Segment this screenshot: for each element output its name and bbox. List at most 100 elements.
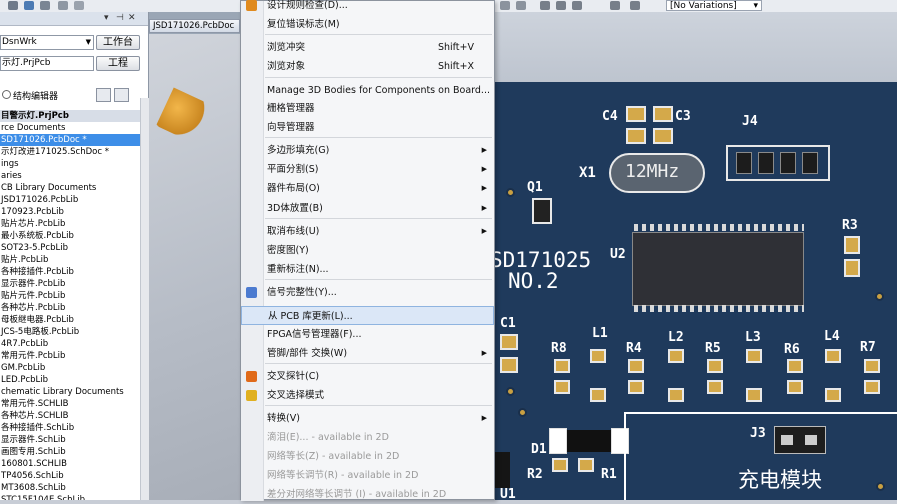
menu-item[interactable]: 从 PCB 库更新(L)... (241, 306, 494, 325)
pad (626, 106, 646, 122)
tree-item[interactable]: 常用元件.PcbLib (0, 350, 140, 362)
menu-item[interactable]: 复位错误标志(M) (241, 15, 494, 34)
tree-item[interactable]: 4R7.PcbLib (0, 338, 140, 350)
copy-icon[interactable] (516, 1, 526, 10)
menu-item[interactable]: 3D体放置(B) ▶ (241, 199, 494, 218)
menu-item[interactable]: 设计规则检查(D)... (241, 0, 494, 15)
tree-item[interactable]: STC15F104E.SchLib (0, 494, 140, 500)
tree-item[interactable]: 显示器件.PcbLib (0, 278, 140, 290)
tree-item[interactable]: 160801.SCHLIB (0, 458, 140, 470)
close-icon[interactable]: ✕ (128, 13, 136, 23)
tree-item[interactable]: 最小系统板.PcbLib (0, 230, 140, 242)
tree-item[interactable]: rce Documents (0, 122, 140, 134)
grid-icon[interactable] (40, 1, 50, 10)
tree-item[interactable]: 各种接插件.SchLib (0, 422, 140, 434)
menu-item[interactable]: 信号完整性(Y)... (241, 283, 494, 302)
menu-item-label: 转换(V) (267, 413, 300, 424)
tree-item[interactable]: 母板继电器.PcbLib (0, 314, 140, 326)
tab-pcbdoc[interactable]: JSD171026.PcbDoc (149, 19, 240, 33)
panel-menu-icon[interactable]: ▾ (104, 13, 109, 23)
pad (500, 357, 518, 373)
route-icon[interactable] (540, 1, 550, 10)
menu-item[interactable]: Manage 3D Bodies for Components on Board… (241, 81, 494, 100)
tree-item[interactable]: 画图专用.SchLib (0, 446, 140, 458)
menu-item-label: 密度图(Y) (267, 245, 309, 256)
tree-item[interactable]: 贴片.PcbLib (0, 254, 140, 266)
tree-item[interactable]: 170923.PcbLib (0, 206, 140, 218)
workspace-dropdown[interactable]: DsnWrk ▼ (0, 35, 94, 50)
menu-item[interactable]: 向导管理器 (241, 118, 494, 137)
tree-item[interactable]: GM.PcbLib (0, 362, 140, 374)
tree-project-root[interactable]: 目警示灯.PrjPcb (0, 110, 140, 122)
menu-separator (265, 279, 492, 280)
tree-item[interactable]: SOT23-5.PcbLib (0, 242, 140, 254)
tree-item[interactable]: chematic Library Documents (0, 386, 140, 398)
pad (590, 349, 606, 363)
zoom-icon[interactable] (58, 1, 68, 10)
tree-item[interactable]: LED.PcbLib (0, 374, 140, 386)
tree-item[interactable]: JSD171026.PcbLib (0, 194, 140, 206)
menu-item[interactable]: 器件布局(O) ▶ (241, 179, 494, 198)
pcb-view[interactable]: C4 C3 J4 X1 12MHz Q1 R3 U2 SD171025 NO.2… (494, 12, 897, 500)
menu-item-label: 复位错误标志(M) (267, 19, 340, 30)
via (875, 292, 884, 301)
pad (787, 359, 803, 373)
pad (864, 359, 880, 373)
tree-item[interactable]: CB Library Documents (0, 182, 140, 194)
menu-item[interactable]: 浏览冲突 Shift+V (241, 38, 494, 57)
dimension-icon[interactable] (630, 1, 640, 10)
tree-item[interactable]: 各种接插件.PcbLib (0, 266, 140, 278)
tree-item[interactable]: MT3608.SchLib (0, 482, 140, 494)
tree-item[interactable]: aries (0, 170, 140, 182)
save-icon[interactable] (8, 1, 18, 10)
menu-item[interactable]: 交叉选择模式 (241, 386, 494, 405)
submenu-arrow-icon: ▶ (481, 184, 487, 192)
variations-dropdown[interactable]: [No Variations] ▾ (666, 0, 762, 11)
menu-item[interactable]: 密度图(Y) (241, 241, 494, 260)
tree-item[interactable]: 显示器件.SchLib (0, 434, 140, 446)
pad (552, 458, 568, 472)
menu-item[interactable]: 多边形填充(G) ▶ (241, 141, 494, 160)
menu-item[interactable]: 转换(V) ▶ (241, 409, 494, 428)
menu-item[interactable]: 平面分割(S) ▶ (241, 160, 494, 179)
project-tree: 目警示灯.PrjPcb rce Documents SD171026.PcbDoc … (0, 98, 140, 500)
arc-icon[interactable] (556, 1, 566, 10)
menu-item[interactable]: 交叉探针(C) (241, 367, 494, 386)
panel-scrollbar[interactable] (140, 98, 149, 500)
menu-item-label: 重新标注(N)... (267, 264, 329, 275)
menu-item[interactable]: 浏览对象 Shift+X (241, 57, 494, 76)
tree-item[interactable]: JCS-5电路板.PcbLib (0, 326, 140, 338)
tree-item[interactable]: 示灯改进171025.SchDoc * (0, 146, 140, 158)
via (876, 482, 885, 491)
menu-item-label: 信号完整性(Y)... (267, 287, 337, 298)
cut-icon[interactable] (500, 1, 510, 10)
menu-item[interactable]: 取消布线(U) ▶ (241, 222, 494, 241)
layers-icon[interactable] (24, 1, 34, 10)
menu-item-label: 平面分割(S) (267, 164, 319, 175)
pcb-3d-canvas[interactable] (149, 34, 240, 500)
menu-item[interactable]: 管脚/部件 交换(W) ▶ (241, 344, 494, 363)
tree-item[interactable]: 贴片芯片.PcbLib (0, 218, 140, 230)
menu-item[interactable]: 重新标注(N)... (241, 260, 494, 279)
tree-item[interactable]: 各种芯片.SCHLIB (0, 410, 140, 422)
tree-item[interactable]: TP4056.SchLib (0, 470, 140, 482)
tree-item[interactable]: 常用元件.SCHLIB (0, 398, 140, 410)
label-r4: R4 (626, 341, 642, 356)
pin-icon[interactable]: ⊣ (116, 13, 124, 23)
menu-item[interactable]: 栅格管理器 (241, 99, 494, 118)
via (506, 188, 515, 197)
pad (787, 380, 803, 394)
tree-item[interactable]: ings (0, 158, 140, 170)
pad (653, 106, 673, 122)
tree-item[interactable]: SD171026.PcbDoc * (0, 134, 140, 146)
workspace-button[interactable]: 工作台 (96, 35, 140, 50)
tree-item[interactable]: 贴片元件.PcbLib (0, 290, 140, 302)
project-field[interactable]: 示灯.PrjPcb (0, 56, 94, 71)
menu-separator (265, 405, 492, 406)
text-icon[interactable] (610, 1, 620, 10)
fill-icon[interactable] (572, 1, 582, 10)
menu-item[interactable]: FPGA信号管理器(F)... (241, 325, 494, 344)
project-button[interactable]: 工程 (96, 56, 140, 71)
select-icon[interactable] (74, 1, 84, 10)
tree-item[interactable]: 各种芯片.PcbLib (0, 302, 140, 314)
